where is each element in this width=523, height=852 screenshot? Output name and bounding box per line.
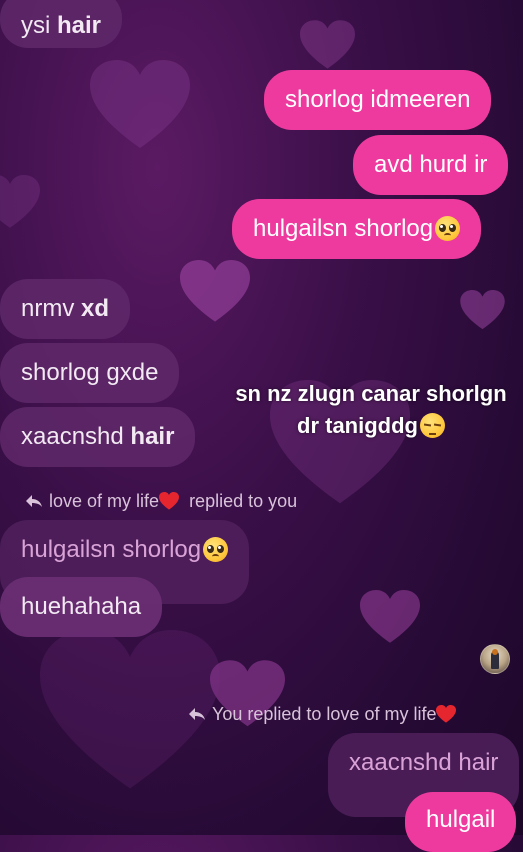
outgoing-message[interactable]: shorlog idmeeren bbox=[264, 70, 492, 130]
incoming-message[interactable]: nrmv xd bbox=[0, 279, 131, 339]
red-heart-icon bbox=[436, 705, 457, 723]
background-heart-icon bbox=[460, 290, 505, 330]
background-heart-icon bbox=[300, 20, 355, 70]
caption-line-2: dr tanigddg bbox=[297, 413, 418, 438]
pleading-face-icon bbox=[435, 216, 461, 241]
reply-indicator: love of my life replied to you bbox=[25, 490, 297, 512]
pensive-face-icon bbox=[419, 413, 445, 438]
story-caption-overlay: sn nz zlugn canar shorlgn dr tanigddg bbox=[206, 378, 523, 442]
message-text: ysi bbox=[21, 12, 57, 39]
message-text: xaacnshd hair bbox=[349, 749, 499, 776]
background-heart-icon bbox=[180, 260, 250, 323]
incoming-message[interactable]: huehahaha bbox=[0, 577, 163, 637]
incoming-message[interactable]: xaacnshd hair bbox=[0, 407, 196, 467]
background-heart-icon bbox=[0, 175, 40, 229]
message-text: avd hurd ir bbox=[374, 151, 488, 178]
message-text: hulgailsn shorlog bbox=[253, 215, 434, 242]
message-text-bold: hair bbox=[57, 12, 102, 39]
message-text: hulgailsn shorlog bbox=[21, 536, 202, 563]
message-text: shorlog gxde bbox=[21, 359, 159, 386]
background-heart-icon bbox=[90, 60, 190, 150]
outgoing-message[interactable]: avd hurd ir bbox=[353, 135, 509, 195]
reply-note-sender: love of my life bbox=[49, 491, 160, 511]
message-text-bold: hair bbox=[130, 423, 175, 450]
reply-indicator: You replied to love of my life bbox=[188, 703, 457, 725]
red-heart-icon bbox=[159, 492, 180, 510]
incoming-message[interactable]: ysi hair bbox=[0, 0, 123, 48]
message-text-bold: xd bbox=[81, 295, 110, 322]
background-heart-icon bbox=[360, 590, 420, 644]
message-text: xaacnshd bbox=[21, 423, 131, 450]
outgoing-message[interactable]: hulgail bbox=[405, 792, 517, 852]
incoming-message[interactable]: shorlog gxde bbox=[0, 343, 180, 403]
reply-note-action: replied to you bbox=[189, 491, 298, 511]
message-text: shorlog idmeeren bbox=[285, 86, 471, 113]
caption-line-1: sn nz zlugn canar shorlgn bbox=[235, 381, 507, 406]
outgoing-message[interactable]: hulgailsn shorlog bbox=[232, 199, 482, 259]
reply-arrow-icon bbox=[189, 708, 205, 720]
message-text: huehahaha bbox=[21, 593, 142, 620]
message-text: nrmv bbox=[21, 295, 81, 322]
seen-avatar[interactable] bbox=[480, 644, 510, 674]
reply-arrow-icon bbox=[26, 495, 42, 507]
pleading-face-icon bbox=[203, 537, 229, 562]
message-text: hulgail bbox=[426, 806, 496, 833]
reply-note-text: You replied to love of my life bbox=[212, 704, 437, 724]
